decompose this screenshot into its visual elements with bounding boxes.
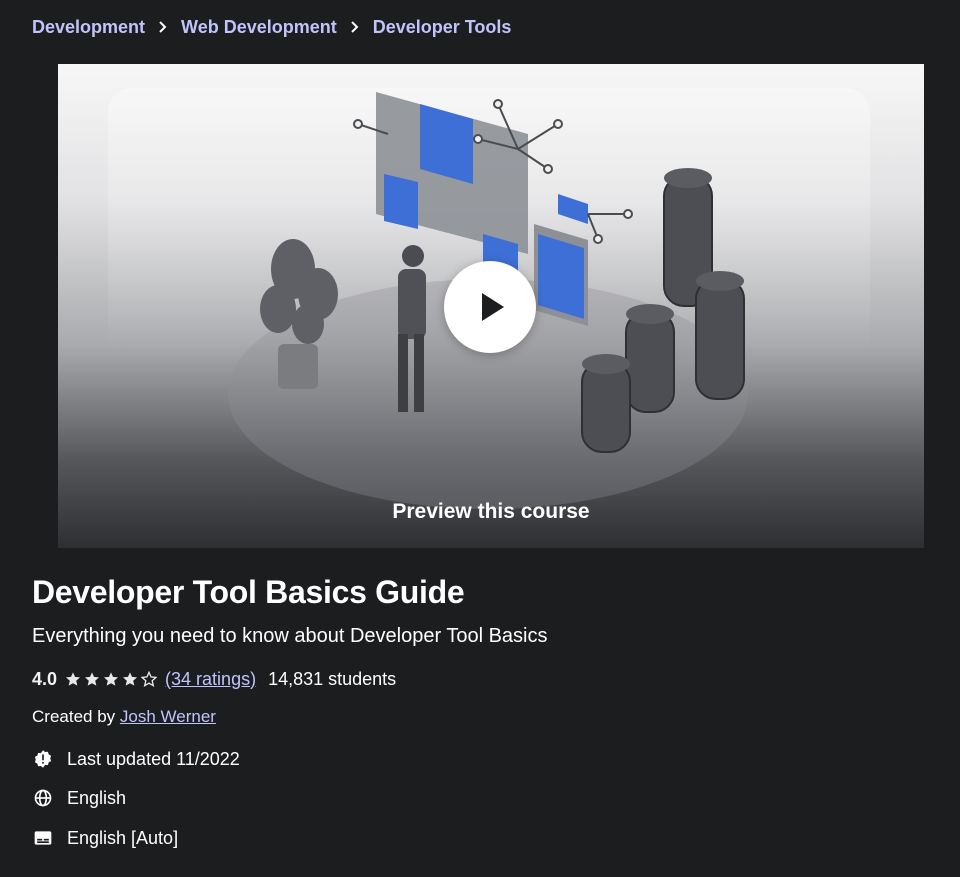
created-by-label: Created by bbox=[32, 707, 120, 726]
captions-row: English [Auto] bbox=[32, 826, 178, 850]
ratings-count-link[interactable]: (34 ratings) bbox=[165, 669, 256, 690]
play-button[interactable] bbox=[444, 261, 536, 353]
preview-label: Preview this course bbox=[392, 500, 590, 523]
last-updated-row: Last updated 11/2022 bbox=[32, 747, 240, 771]
chevron-right-icon bbox=[145, 18, 181, 36]
alert-badge-icon bbox=[32, 748, 54, 770]
play-icon bbox=[482, 293, 504, 321]
star-filled-icon bbox=[66, 672, 81, 686]
language-text: English bbox=[67, 787, 127, 808]
course-subtitle: Everything you need to know about Develo… bbox=[32, 625, 548, 647]
star-filled-icon bbox=[85, 672, 100, 686]
captions-text: English [Auto] bbox=[67, 827, 179, 848]
course-preview-video[interactable]: Preview this course bbox=[58, 64, 924, 548]
breadcrumb: Development Web Development Developer To… bbox=[32, 14, 511, 40]
author-link[interactable]: Josh Werner bbox=[120, 707, 216, 726]
course-title: Developer Tool Basics Guide bbox=[32, 574, 465, 610]
breadcrumb-web-development[interactable]: Web Development bbox=[181, 17, 337, 38]
last-updated-text: Last updated 11/2022 bbox=[67, 748, 240, 769]
created-by-row: Created by Josh Werner bbox=[32, 707, 216, 727]
language-row: English bbox=[32, 786, 126, 810]
closed-captions-icon bbox=[32, 827, 54, 849]
students-count: 14,831 students bbox=[268, 668, 397, 689]
rating-value: 4.0 bbox=[32, 668, 58, 689]
globe-icon bbox=[32, 787, 54, 809]
star-filled-icon bbox=[104, 672, 119, 686]
star-filled-icon bbox=[123, 672, 138, 686]
star-empty-icon bbox=[141, 671, 158, 687]
breadcrumb-developer-tools[interactable]: Developer Tools bbox=[373, 17, 512, 38]
star-rating bbox=[65, 671, 158, 687]
breadcrumb-development[interactable]: Development bbox=[32, 17, 145, 38]
rating-row: 4.0 (34 ratings) 14,831 students bbox=[32, 667, 396, 691]
chevron-right-icon bbox=[337, 18, 373, 36]
